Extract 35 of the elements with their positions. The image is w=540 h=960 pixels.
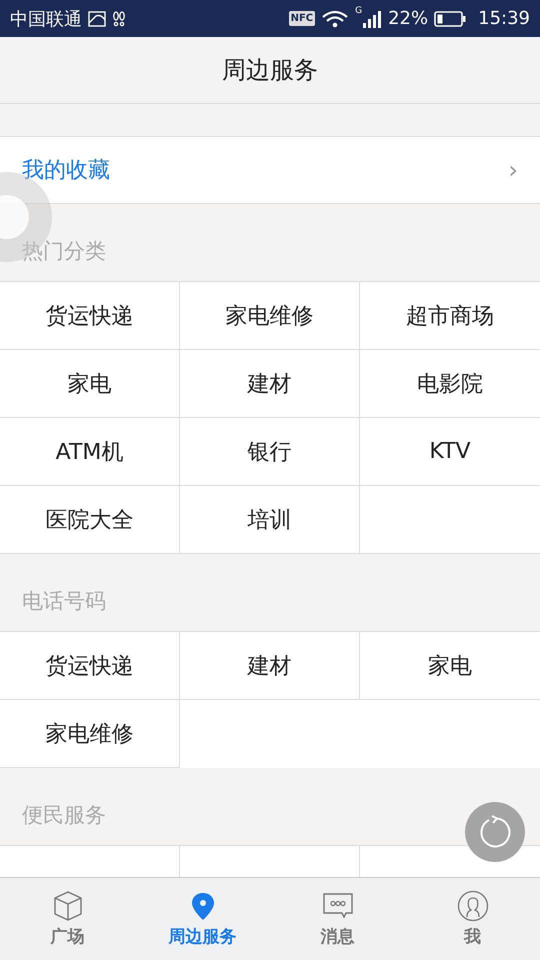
footprints-icon bbox=[112, 10, 126, 26]
section-heading: 电话号码 bbox=[22, 588, 106, 614]
category-item[interactable]: 银行 bbox=[180, 418, 360, 486]
category-item[interactable]: 电影院 bbox=[360, 350, 540, 418]
category-item[interactable]: ATM机 bbox=[0, 418, 180, 486]
category-item[interactable]: 家电维修 bbox=[0, 700, 180, 768]
page-title: 周边服务 bbox=[222, 55, 318, 86]
battery-percent: 22% bbox=[388, 8, 428, 29]
category-item[interactable]: 货运快递 bbox=[0, 632, 180, 700]
category-item[interactable]: 家电维修 bbox=[180, 282, 360, 350]
tab-item[interactable]: 广场 bbox=[0, 878, 135, 960]
clock: 15:39 bbox=[478, 8, 530, 29]
carrier-name: 中国联通 bbox=[10, 8, 82, 30]
wifi-icon bbox=[321, 10, 350, 28]
category-item[interactable]: 建材 bbox=[180, 632, 360, 700]
category-item[interactable]: 医院大全 bbox=[0, 486, 180, 554]
section-heading: 便民服务 bbox=[22, 802, 106, 828]
tab-item[interactable]: 周边服务 bbox=[135, 878, 270, 960]
section-heading: 热门分类 bbox=[22, 238, 106, 264]
tab-item[interactable]: 消息 bbox=[270, 878, 405, 960]
image-icon bbox=[88, 10, 106, 26]
battery-icon bbox=[434, 10, 466, 28]
favorites-row[interactable]: 我的收藏 › bbox=[0, 136, 540, 204]
category-item[interactable]: 货运快递 bbox=[0, 282, 180, 350]
category-item[interactable]: 建材 bbox=[180, 350, 360, 418]
nfc-badge: NFC bbox=[288, 11, 316, 26]
signal-icon bbox=[362, 10, 382, 28]
category-item[interactable]: 家电 bbox=[0, 350, 180, 418]
category-item[interactable]: 超市商场 bbox=[360, 282, 540, 350]
network-type: G bbox=[355, 6, 362, 16]
tab-item[interactable]: 我 bbox=[405, 878, 540, 960]
cube-icon bbox=[52, 890, 84, 922]
chevron-icon: › bbox=[508, 156, 518, 184]
user-icon bbox=[456, 890, 488, 922]
category-item[interactable]: 家电 bbox=[360, 632, 540, 700]
